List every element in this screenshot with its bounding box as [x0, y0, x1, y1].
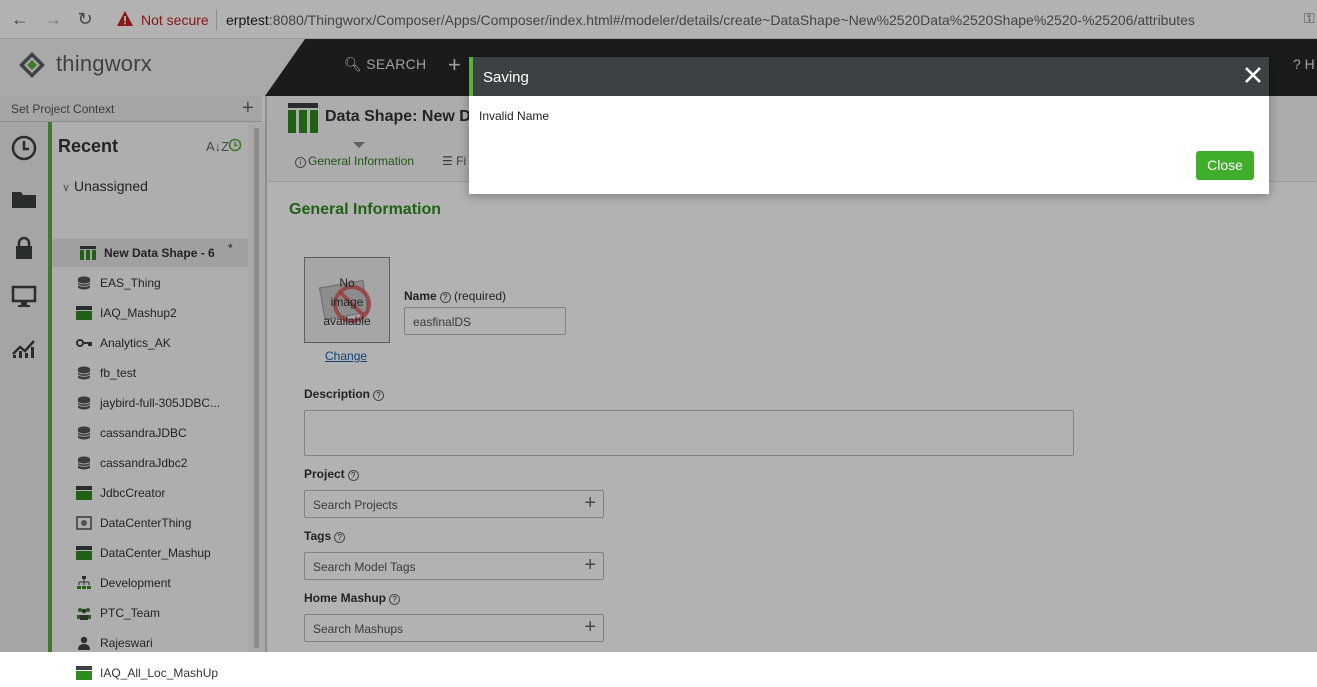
- close-button[interactable]: Close: [1196, 151, 1254, 180]
- recent-item-label: IAQ_All_Loc_MashUp: [100, 666, 219, 680]
- saving-dialog: Saving Invalid Name Close: [469, 57, 1269, 194]
- dialog-title: Saving: [483, 69, 529, 86]
- close-icon[interactable]: [1244, 66, 1262, 84]
- recent-item[interactable]: IAQ_All_Loc_MashUp: [52, 659, 248, 687]
- dialog-message: Invalid Name: [479, 109, 550, 123]
- dialog-header: Saving: [469, 57, 1269, 96]
- mashup-icon: [76, 666, 92, 680]
